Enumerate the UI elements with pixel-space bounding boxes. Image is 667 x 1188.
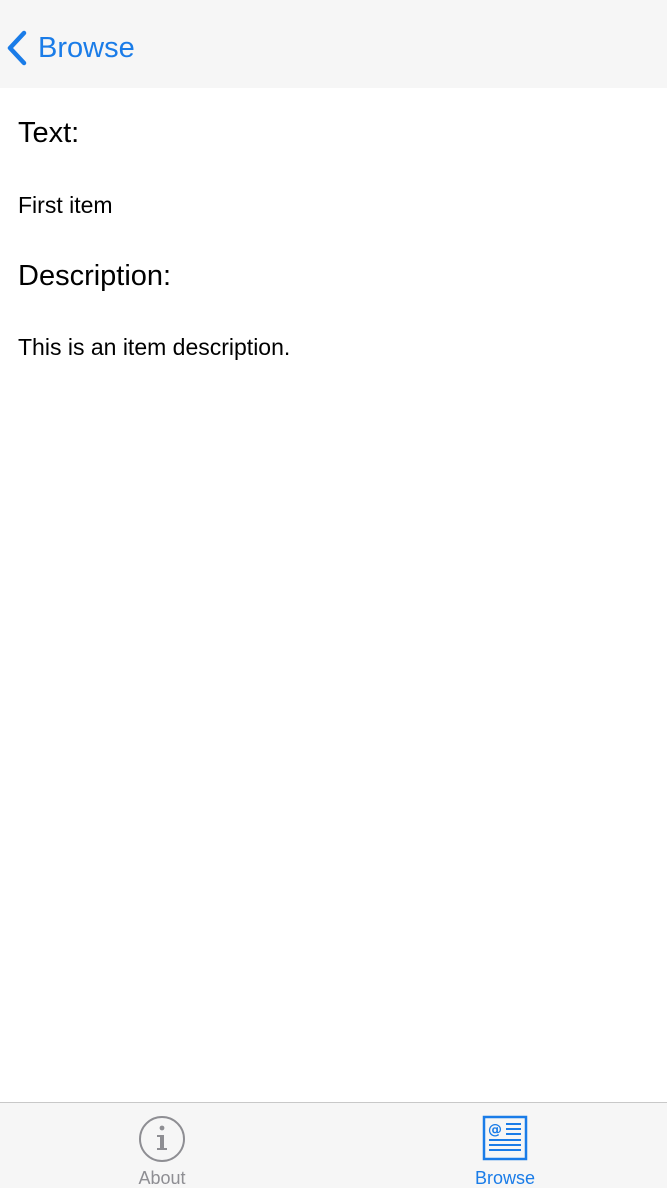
text-heading: Text: — [18, 117, 80, 149]
description-heading: Description: — [18, 260, 172, 292]
back-button-label: Browse — [38, 32, 135, 64]
tab-bar: About @ Browse — [0, 1102, 667, 1188]
item-detail-screen: Browse Text: First item Description: Thi… — [0, 0, 667, 1188]
svg-text:@: @ — [488, 1122, 502, 1138]
browse-icon: @ — [482, 1115, 528, 1166]
tab-browse[interactable]: @ Browse — [425, 1103, 585, 1188]
tab-about[interactable]: About — [82, 1103, 242, 1188]
back-button[interactable]: Browse — [6, 26, 135, 70]
text-value: First item — [18, 192, 113, 218]
description-value: This is an item description. — [18, 334, 291, 360]
chevron-left-icon — [6, 30, 28, 66]
navigation-bar: Browse — [0, 0, 667, 88]
tab-browse-label: Browse — [474, 1168, 536, 1188]
info-icon — [138, 1115, 186, 1168]
tab-about-label: About — [138, 1168, 186, 1188]
